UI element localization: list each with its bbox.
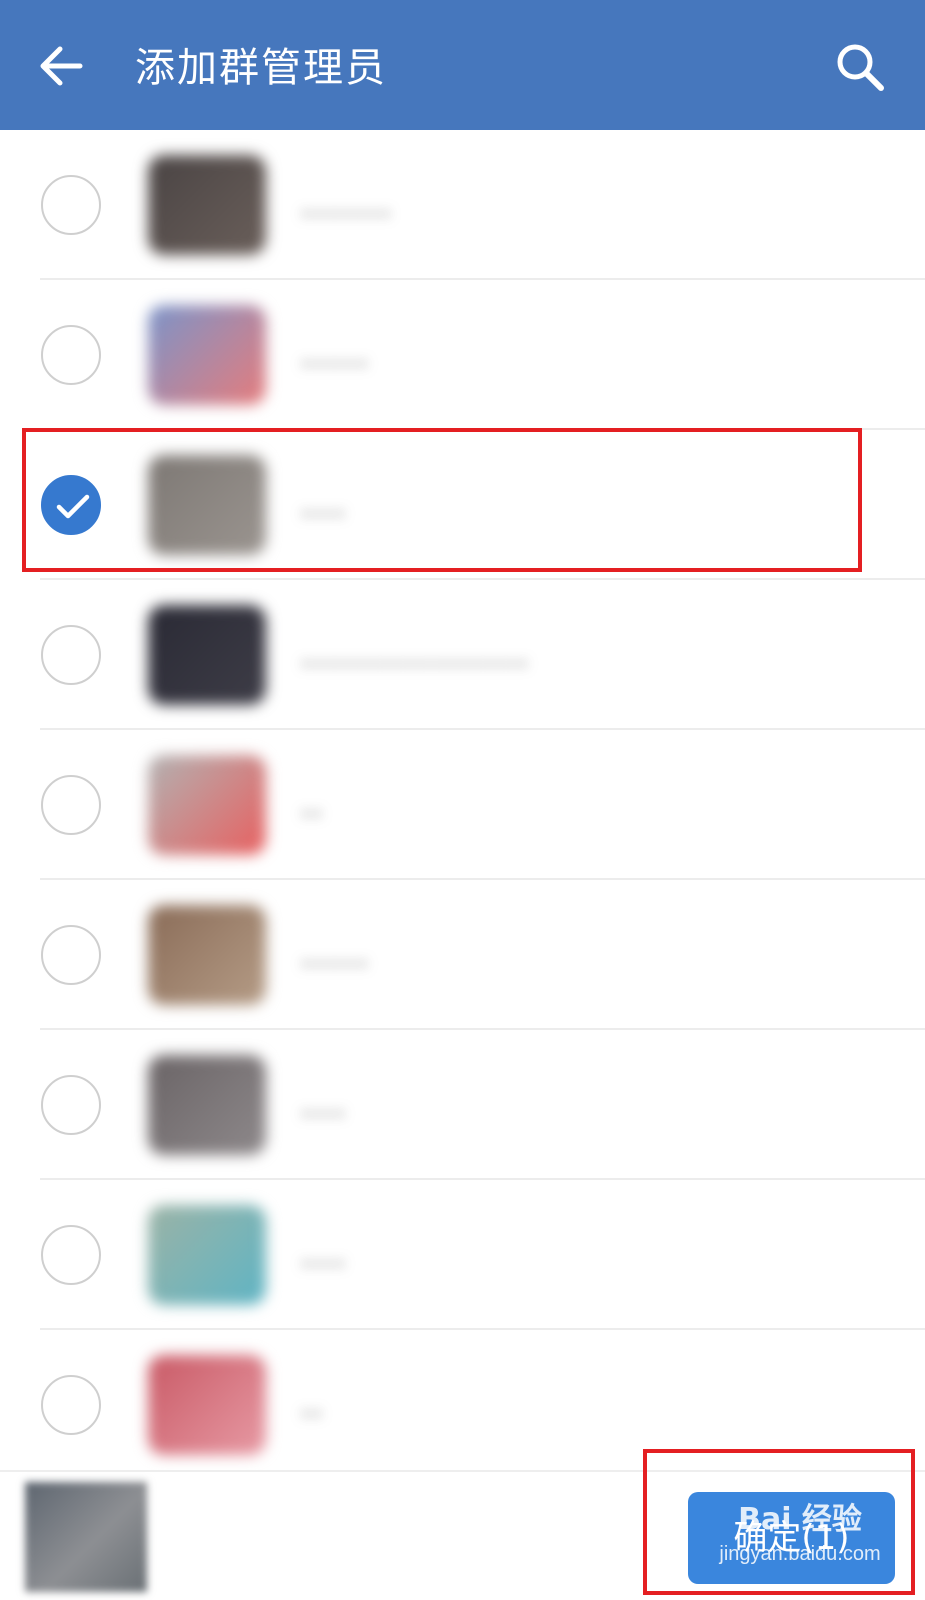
contact-list: ........................................… [0, 130, 925, 1470]
annotation-highlight-selected-row [22, 428, 862, 572]
contact-name: .... [300, 1234, 346, 1275]
back-button[interactable] [34, 38, 90, 94]
checkbox-unchecked[interactable] [41, 925, 101, 985]
contact-row[interactable]: .. [0, 730, 925, 880]
avatar [148, 755, 266, 855]
contact-row[interactable]: ...... [0, 280, 925, 430]
contact-name: ...... [300, 934, 369, 975]
avatar [148, 155, 266, 255]
contact-row[interactable]: .... [0, 1030, 925, 1180]
contact-row[interactable]: .................... [0, 580, 925, 730]
contact-name: ...... [300, 334, 369, 375]
avatar [148, 1205, 266, 1305]
avatar [148, 605, 266, 705]
checkbox-unchecked[interactable] [41, 1375, 101, 1435]
app-header: 添加群管理员 [0, 0, 925, 130]
checkbox-unchecked[interactable] [41, 625, 101, 685]
contact-name: .. [300, 1384, 323, 1425]
annotation-highlight-confirm [643, 1449, 915, 1595]
contact-name: ........ [300, 184, 392, 225]
checkbox-unchecked[interactable] [41, 1225, 101, 1285]
checkbox-unchecked[interactable] [41, 1075, 101, 1135]
checkbox-unchecked[interactable] [41, 325, 101, 385]
avatar [148, 1055, 266, 1155]
avatar [148, 1355, 266, 1455]
contact-row[interactable]: ...... [0, 880, 925, 1030]
search-icon [837, 44, 884, 91]
contact-name: .. [300, 784, 323, 825]
contact-name: .... [300, 1084, 346, 1125]
selected-member-avatar[interactable] [25, 1482, 147, 1592]
contact-row[interactable]: .... [0, 1180, 925, 1330]
arrow-left-icon [40, 46, 83, 86]
checkbox-unchecked[interactable] [41, 775, 101, 835]
avatar [148, 905, 266, 1005]
search-button[interactable] [833, 40, 889, 96]
page-title: 添加群管理员 [135, 45, 387, 91]
checkbox-unchecked[interactable] [41, 175, 101, 235]
avatar [148, 305, 266, 405]
contact-row[interactable]: ........ [0, 130, 925, 280]
contact-name: .................... [300, 634, 529, 675]
